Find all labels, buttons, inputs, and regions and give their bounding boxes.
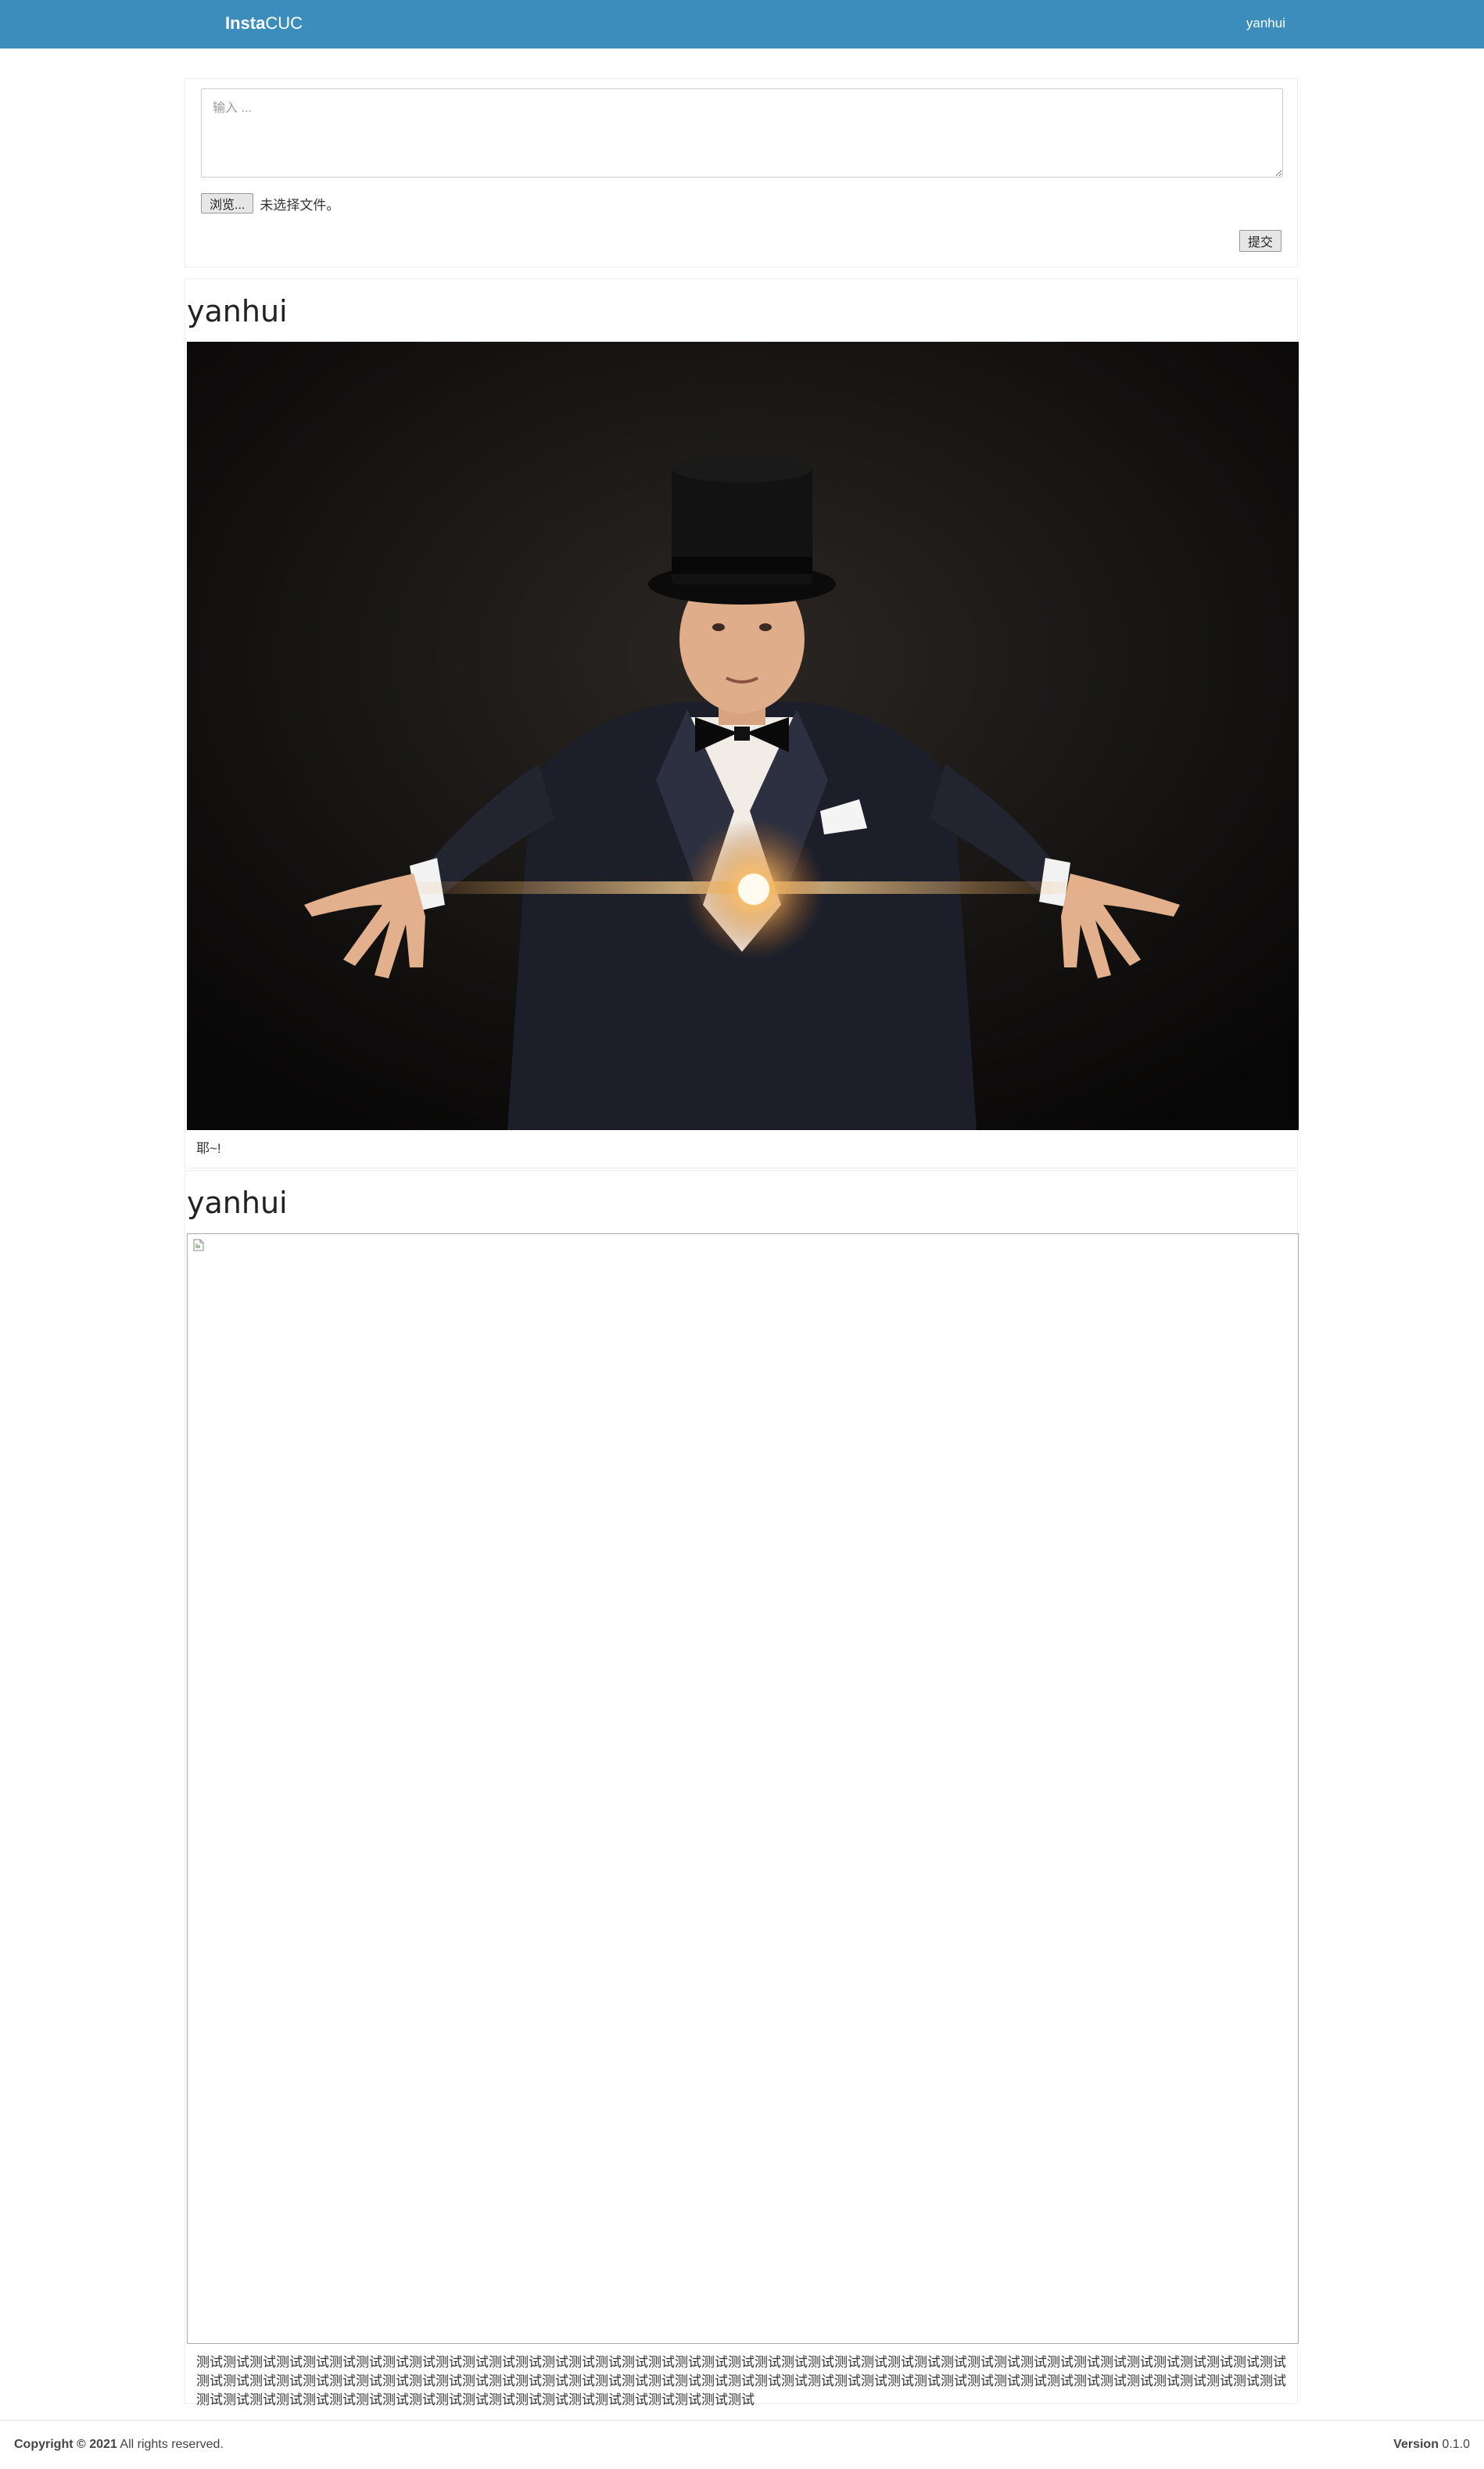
post-caption: 耶~! (196, 1141, 221, 1156)
post-image[interactable] (187, 1233, 1299, 2344)
brand-bold: Insta (225, 13, 266, 33)
post-card: yanhui 耶~! (185, 278, 1299, 1168)
post-image[interactable] (187, 342, 1299, 1130)
brand-logo[interactable]: InstaCUC (225, 13, 303, 34)
browse-button[interactable]: 浏览... (201, 193, 254, 214)
nav-user-link[interactable]: yanhui (1246, 16, 1285, 31)
copyright-rest: All rights reserved. (116, 2438, 224, 2451)
post-caption: 测试测试测试测试测试测试测试测试测试测试测试测试测试测试测试测试测试测试测试测试… (196, 2355, 1286, 2407)
copyright-text: Copyright © 2021 All rights reserved. (14, 2438, 224, 2452)
footer: Copyright © 2021 All rights reserved. Ve… (0, 2420, 1484, 2469)
brand-rest: CUC (265, 13, 303, 33)
top-navbar: InstaCUC yanhui (0, 0, 1484, 48)
post-author[interactable]: yanhui (187, 296, 288, 326)
file-picker: 浏览... 未选择文件。 (201, 192, 339, 214)
file-status: 未选择文件。 (260, 197, 340, 213)
post-author[interactable]: yanhui (187, 1188, 288, 1218)
magician-photo (187, 342, 1299, 1130)
copyright-bold: Copyright © 2021 (14, 2438, 117, 2451)
post-text-input[interactable] (201, 88, 1283, 178)
submit-button[interactable]: 提交 (1238, 230, 1281, 252)
version-text: Version 0.1.0 (1393, 2438, 1470, 2452)
broken-image-icon (193, 1239, 204, 1251)
version-bold: Version (1393, 2438, 1439, 2451)
post-card: yanhui 测试测试测试测试测试测试测试测试测试测试测试测试测试测试测试测试测… (185, 1170, 1299, 2407)
post-composer: 浏览... 未选择文件。 提交 (185, 78, 1298, 267)
version-rest: 0.1.0 (1438, 2438, 1470, 2451)
